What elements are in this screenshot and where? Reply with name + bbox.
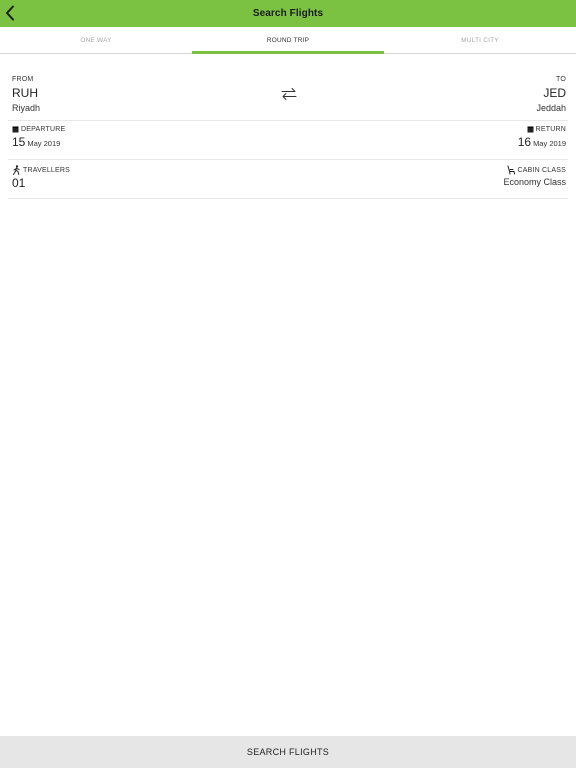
travellers-label-wrap: TRAVELLERS	[12, 165, 70, 175]
return-day: 16	[517, 135, 532, 149]
back-button[interactable]	[2, 4, 18, 22]
return-label: RETURN	[535, 126, 566, 133]
route-row: FROM RUH Riyadh TO JED Jeddah	[8, 76, 568, 121]
origin-code: RUH	[12, 86, 38, 100]
origin-city: Riyadh	[12, 103, 41, 113]
return-label-wrap: RETURN	[518, 126, 566, 133]
travellers-label: TRAVELLERS	[23, 166, 70, 174]
departure-date-selector[interactable]: DEPARTURE 15 May 2019	[12, 126, 65, 149]
seat-icon	[507, 165, 515, 175]
tab-multi-city[interactable]: MULTI CITY	[384, 27, 576, 53]
destination-code: JED	[543, 86, 566, 100]
tab-label: ROUND TRIP	[266, 36, 310, 44]
cabin-class-selector[interactable]: CABIN CLASS Economy Class	[503, 165, 566, 187]
destination-selector[interactable]: TO JED Jeddah	[536, 76, 566, 113]
passengers-row: TRAVELLERS 01 CABIN CLASS Economy Class	[8, 165, 568, 199]
departure-month-year: May 2019	[27, 139, 61, 148]
travellers-count: 01	[12, 176, 26, 190]
trip-type-tabs: ONE WAY ROUND TRIP MULTI CITY	[0, 27, 576, 54]
departure-label-wrap: DEPARTURE	[12, 126, 65, 133]
walking-person-icon	[13, 165, 20, 175]
tab-label: MULTI CITY	[461, 36, 499, 44]
swap-arrows-icon	[281, 88, 297, 100]
dates-row: DEPARTURE 15 May 2019 RETURN 16 May 2019	[8, 126, 568, 160]
cabin-class-label: CABIN CLASS	[517, 166, 566, 174]
search-flights-button[interactable]: SEARCH FLIGHTS	[0, 736, 576, 768]
chevron-left-icon	[6, 5, 14, 21]
swap-button[interactable]	[280, 87, 298, 101]
departure-date: 15 May 2019	[12, 135, 65, 149]
tab-label: ONE WAY	[80, 36, 112, 44]
tab-round-trip[interactable]: ROUND TRIP	[192, 27, 384, 54]
search-flights-screen: Search Flights ONE WAY ROUND TRIP MULTI …	[0, 0, 576, 768]
cabin-class-value: Economy Class	[503, 177, 566, 187]
to-label: TO	[556, 76, 566, 83]
destination-city: Jeddah	[536, 103, 566, 113]
calendar-icon	[12, 126, 19, 133]
return-date: 16 May 2019	[518, 135, 566, 149]
calendar-icon	[527, 126, 534, 133]
origin-selector[interactable]: FROM RUH Riyadh	[12, 76, 40, 113]
from-label: FROM	[12, 76, 34, 83]
travellers-selector[interactable]: TRAVELLERS 01	[12, 165, 70, 190]
page-title: Search Flights	[252, 8, 324, 19]
return-month-year: May 2019	[533, 139, 566, 148]
active-tab-indicator	[192, 51, 384, 54]
cabin-label-wrap: CABIN CLASS	[503, 165, 566, 175]
tab-one-way[interactable]: ONE WAY	[0, 27, 192, 53]
departure-day: 15	[12, 135, 26, 149]
top-bar: Search Flights	[0, 0, 576, 27]
departure-label: DEPARTURE	[21, 126, 66, 133]
return-date-selector[interactable]: RETURN 16 May 2019	[518, 126, 566, 149]
